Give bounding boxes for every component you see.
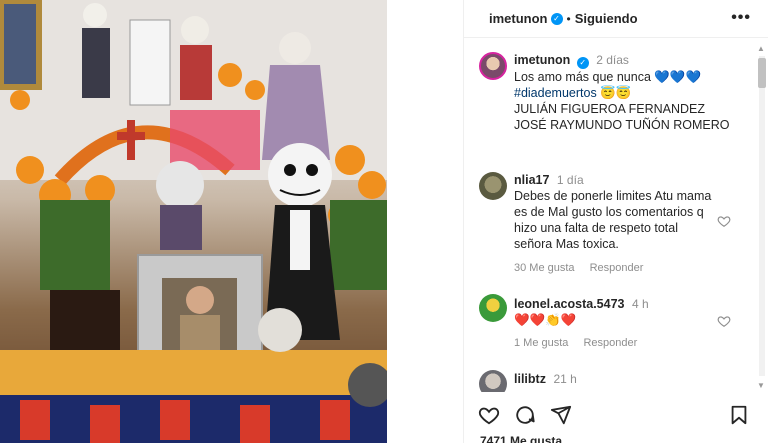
caption-line1: Los amo más que nunca 💙💙💙 bbox=[514, 70, 702, 84]
comment-time: 4 h bbox=[631, 297, 649, 311]
comments-list: imetunon ✓ 2 días Los amo más que nunca … bbox=[464, 40, 751, 392]
separator-dot: • bbox=[566, 11, 571, 26]
comment-line: es de Mal gusto los comentarios q bbox=[514, 205, 704, 219]
comment-time: 21 h bbox=[553, 372, 577, 386]
bookmark-icon[interactable] bbox=[728, 404, 750, 426]
heart-icon[interactable] bbox=[717, 214, 731, 228]
avatar[interactable] bbox=[479, 52, 507, 80]
reply-button[interactable]: Responder bbox=[590, 262, 644, 274]
avatar[interactable] bbox=[479, 172, 507, 200]
comment-meta: 30 Me gusta Responder bbox=[514, 262, 655, 274]
heart-icon[interactable] bbox=[478, 404, 500, 426]
verified-icon: ✓ bbox=[576, 57, 589, 69]
post-header: imetunon ✓ • Siguiendo ••• bbox=[464, 0, 768, 38]
comment-meta: 1 Me gusta Responder bbox=[514, 337, 649, 349]
comment-line: Debes de ponerle limites Atu mama bbox=[514, 189, 712, 203]
scroll-thumb[interactable] bbox=[758, 58, 766, 88]
comment-icon[interactable] bbox=[514, 404, 536, 426]
comment-time: 1 día bbox=[556, 173, 584, 187]
comments-scrollbar[interactable]: ▲ ▼ bbox=[756, 44, 766, 390]
scroll-track[interactable] bbox=[759, 56, 765, 376]
list-item: lilibtz 21 h bbox=[514, 371, 577, 387]
hashtag-link[interactable]: #diademuertos bbox=[514, 86, 597, 100]
comment-username[interactable]: nlia17 bbox=[514, 173, 549, 187]
scroll-down-icon[interactable]: ▼ bbox=[757, 381, 765, 390]
comment-text: ❤️❤️👏❤️ bbox=[514, 313, 577, 327]
comment-line: señora Mas toxica. bbox=[514, 237, 619, 251]
action-bar bbox=[464, 398, 768, 432]
comment-likes[interactable]: 30 Me gusta bbox=[514, 262, 575, 274]
comment-username[interactable]: lilibtz bbox=[514, 372, 546, 386]
more-icon[interactable]: ••• bbox=[731, 9, 751, 27]
caption-time: 2 días bbox=[596, 53, 629, 67]
caption-line3: JULIÁN FIGUEROA FERNANDEZ bbox=[514, 102, 705, 116]
post-panel: imetunon ✓ • Siguiendo ••• imetunon ✓ 2 … bbox=[463, 0, 768, 443]
likes-count[interactable]: 7471 Me gusta bbox=[480, 434, 562, 443]
list-item: leonel.acosta.5473 4 h ❤️❤️👏❤️ bbox=[514, 296, 649, 328]
heart-icon[interactable] bbox=[717, 314, 731, 328]
caption-line4: JOSÉ RAYMUNDO TUÑÓN ROMERO bbox=[514, 118, 730, 132]
avatar[interactable] bbox=[479, 294, 507, 322]
post-photo[interactable] bbox=[0, 0, 387, 443]
list-item: nlia17 1 día Debes de ponerle limites At… bbox=[514, 172, 711, 252]
altar-image bbox=[0, 0, 387, 443]
hashtag-emojis: 😇😇 bbox=[600, 86, 632, 100]
comment-line: hizo una falta de respeto total bbox=[514, 221, 679, 235]
caption-username[interactable]: imetunon bbox=[514, 53, 570, 67]
share-icon[interactable] bbox=[550, 404, 572, 426]
reply-button[interactable]: Responder bbox=[583, 337, 637, 349]
scroll-up-icon[interactable]: ▲ bbox=[757, 44, 765, 53]
verified-icon: ✓ bbox=[550, 12, 563, 25]
caption: imetunon ✓ 2 días Los amo más que nunca … bbox=[514, 52, 730, 133]
comment-username[interactable]: leonel.acosta.5473 bbox=[514, 297, 624, 311]
comment-likes[interactable]: 1 Me gusta bbox=[514, 337, 568, 349]
follow-status-button[interactable]: Siguiendo bbox=[575, 11, 638, 26]
avatar[interactable] bbox=[479, 370, 507, 392]
header-username[interactable]: imetunon bbox=[489, 11, 548, 26]
